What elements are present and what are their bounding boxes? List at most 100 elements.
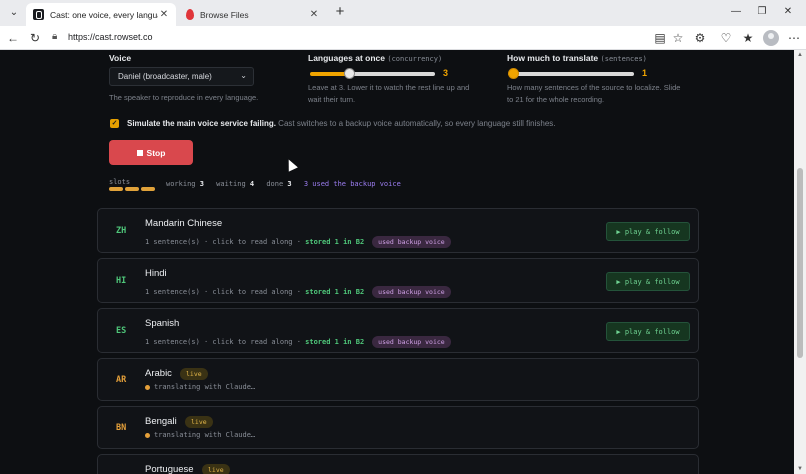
reload-icon[interactable]: ↻ [27, 30, 43, 46]
concurrency-value: 3 [443, 68, 449, 78]
concurrency-label: Languages at once (concurrency) [308, 53, 442, 63]
live-badge: live [185, 416, 213, 428]
slots-label: slots [109, 178, 131, 186]
backup-badge: used backup voice [372, 286, 451, 298]
close-icon[interactable]: ✕ [308, 9, 320, 20]
scroll-down-icon[interactable]: ▼ [797, 466, 803, 472]
sentences-value: 1 [642, 68, 648, 78]
concurrency-hint: (concurrency) [387, 55, 443, 63]
browser-tab-bar: ⌄ Cast: one voice, every language ✕ Brow… [0, 0, 806, 26]
window-close-icon[interactable]: ✕ [781, 6, 795, 17]
play-follow-button[interactable]: ▶ play & follow [606, 322, 690, 341]
concurrency-help-line: Leave at 3. Lower it to watch the rest l… [308, 83, 470, 92]
chevron-down-icon: ⌄ [240, 71, 247, 80]
new-tab-icon[interactable]: + [333, 4, 347, 19]
sentences-help: How many sentences of the source to loca… [507, 82, 680, 106]
tab-title: Cast: one voice, every language [50, 9, 158, 20]
language-row-zh[interactable]: ZH Mandarin Chinese 1 sentence(s) · clic… [97, 208, 699, 253]
done-count: 3 [287, 180, 292, 188]
back-icon[interactable]: ← [5, 30, 21, 46]
language-row-bn[interactable]: BN Bengali live translating with Claude… [97, 406, 699, 449]
language-row-hi[interactable]: HI Hindi 1 sentence(s) · click to read a… [97, 258, 699, 303]
language-sub: 1 sentence(s) · click to read along · [145, 288, 306, 296]
concurrency-help: Leave at 3. Lower it to watch the rest l… [308, 82, 469, 106]
stop-icon [136, 149, 143, 156]
stop-button-label: Stop [146, 147, 166, 158]
voice-select[interactable]: Daniel (broadcaster, male) ⌄ [109, 67, 254, 86]
language-code: ZH [116, 226, 127, 236]
failover-label[interactable]: Simulate the main voice service failing.… [127, 119, 556, 128]
progress-dot-icon [145, 384, 150, 390]
close-icon[interactable]: ✕ [158, 9, 170, 20]
failover-checkbox[interactable]: ✓ [110, 119, 119, 128]
browser-toolbar: ← ↻ 🔒︎ https://cast.rowset.co ▤ ☆ ⚙ ♡ ★ … [0, 26, 806, 50]
failover-label-rest: Cast switches to a backup voice automati… [275, 119, 556, 128]
mouse-cursor-icon [284, 157, 298, 172]
tab-cast[interactable]: Cast: one voice, every language ✕ [26, 3, 176, 26]
concurrency-help-line: wait their turn. [308, 95, 356, 104]
play-follow-button[interactable]: ▶ play & follow [606, 272, 690, 291]
language-code: AR [116, 375, 127, 385]
sentences-label-text: How much to translate [507, 53, 599, 63]
working-label: working [166, 180, 196, 188]
language-code: HI [116, 276, 127, 286]
language-status: 1 sentence(s) · click to read along · st… [145, 286, 451, 298]
language-sub: translating with Claude… [154, 383, 256, 391]
stop-button[interactable]: Stop [109, 140, 193, 165]
language-name: Portuguese [145, 464, 194, 474]
scroll-thumb[interactable] [797, 168, 803, 358]
language-status: translating with Claude… [145, 383, 255, 391]
sentences-slider[interactable] [508, 65, 634, 83]
language-row-es[interactable]: ES Spanish 1 sentence(s) · click to read… [97, 308, 699, 353]
concurrency-label-text: Languages at once [308, 53, 385, 63]
waiting-count: 4 [249, 180, 255, 188]
language-row-ar[interactable]: AR Arabic live translating with Claude… [97, 358, 699, 401]
backup-badge: used backup voice [372, 236, 451, 248]
scroll-up-icon[interactable]: ▲ [797, 52, 803, 58]
backup-count: 3 used the backup voice [303, 180, 401, 188]
browser-essentials-icon[interactable]: ♡ [718, 30, 734, 46]
cast-favicon-icon [33, 9, 44, 20]
sentences-help-line: How many sentences of the source to loca… [507, 83, 681, 92]
more-menu-icon[interactable]: ⋯ [786, 30, 802, 46]
slot-indicator [125, 187, 139, 191]
reader-view-icon[interactable]: ▤ [652, 30, 668, 46]
avatar[interactable] [763, 30, 779, 46]
waiting-label: waiting [216, 180, 246, 188]
status-summary: working 3 waiting 4 done 3 3 used the ba… [166, 180, 401, 188]
slider-track [310, 72, 435, 76]
favorite-star-icon[interactable]: ☆ [670, 30, 686, 46]
voice-label: Voice [109, 53, 132, 63]
slider-thumb[interactable] [508, 68, 519, 79]
tab-actions-icon[interactable]: ⌄ [6, 6, 22, 20]
minimize-icon[interactable]: — [729, 6, 743, 17]
language-name: Spanish [145, 318, 180, 329]
play-follow-button[interactable]: ▶ play & follow [606, 222, 690, 241]
language-code: ES [116, 326, 127, 336]
lock-icon[interactable]: 🔒︎ [52, 31, 64, 45]
address-bar[interactable]: https://cast.rowset.co [68, 32, 153, 42]
stored-status: stored 1 in B2 [305, 288, 365, 296]
restore-icon[interactable]: ❐ [755, 6, 769, 17]
sentences-help-line: to 21 for the whole recording. [507, 95, 605, 104]
sentences-hint: (sentences) [600, 55, 647, 63]
language-name: Bengali [145, 416, 177, 427]
language-status: 1 sentence(s) · click to read along · st… [145, 236, 451, 248]
language-status: translating with Claude… [145, 431, 255, 439]
extensions-icon[interactable]: ⚙ [692, 30, 708, 46]
slider-thumb[interactable] [344, 68, 356, 79]
language-name: Arabic [145, 368, 172, 379]
language-sub: 1 sentence(s) · click to read along · [145, 238, 306, 246]
files-favicon-icon [186, 9, 194, 20]
concurrency-slider[interactable] [310, 65, 435, 83]
sentences-label: How much to translate (sentences) [507, 53, 647, 63]
language-row-pt[interactable]: Portuguese live [97, 454, 699, 474]
tab-browse-files[interactable]: Browse Files ✕ [178, 3, 326, 26]
page-scrollbar[interactable]: ▲ ▼ [794, 50, 806, 474]
slot-indicator [141, 187, 155, 191]
stored-status: stored 1 in B2 [305, 338, 365, 346]
live-badge: live [180, 368, 208, 380]
favorites-icon[interactable]: ★ [740, 30, 756, 46]
language-status: 1 sentence(s) · click to read along · st… [145, 336, 451, 348]
page-content: Voice Daniel (broadcaster, male) ⌄ The s… [0, 50, 794, 474]
